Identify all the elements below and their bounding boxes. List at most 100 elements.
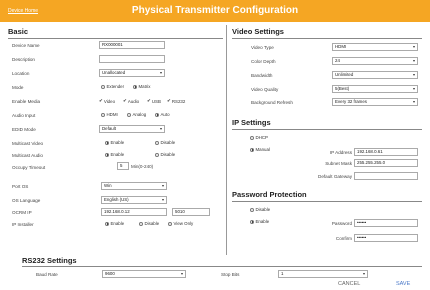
baud-rate-label: Baud Rate — [36, 272, 58, 277]
radio-icon — [250, 135, 254, 140]
radio-icon — [127, 112, 131, 117]
checkbox-checked-icon: ✔ — [167, 98, 171, 103]
baud-rate-select[interactable]: 9600 ▾ — [102, 270, 186, 278]
ip-installer-option-label: View Only — [173, 221, 194, 226]
chevron-down-icon: ▾ — [412, 86, 415, 91]
save-button[interactable]: SAVE — [396, 281, 410, 287]
media-audio-checkbox[interactable]: ✔ Audio — [123, 98, 139, 104]
stop-bits-select[interactable]: 1 ▾ — [278, 270, 368, 278]
password-disable-radio[interactable]: Disable — [250, 207, 270, 212]
subnet-mask-label: Subnet Mask — [325, 161, 352, 166]
password-enable-label: Enable — [255, 219, 270, 224]
ip-installer-view-only-radio[interactable]: View Only — [168, 221, 193, 226]
audio-input-option-label: Auto — [160, 112, 170, 117]
ip-manual-radio[interactable]: Manual — [250, 147, 270, 152]
edid-mode-select[interactable]: Default ▾ — [99, 125, 165, 133]
media-option-label: RS232 — [171, 98, 186, 104]
video-quality-value: 5(Best) — [335, 86, 350, 91]
background-refresh-select[interactable]: Every 32 frames ▾ — [332, 98, 418, 106]
port-os-select[interactable]: Win ▾ — [101, 182, 167, 190]
radio-icon — [155, 140, 159, 145]
chevron-down-icon: ▾ — [412, 44, 415, 49]
password-disable-label: Disable — [255, 207, 271, 212]
audio-input-hdmi-radio[interactable]: HDMI — [101, 112, 118, 117]
multicast-audio-option-label: Disable — [160, 152, 176, 157]
mode-extender-radio[interactable]: Extender — [101, 84, 124, 89]
default-gateway-field[interactable] — [354, 172, 418, 180]
chevron-down-icon: ▾ — [362, 271, 365, 276]
ip-installer-option-label: Enable — [110, 221, 125, 226]
color-depth-select[interactable]: 24 ▾ — [332, 57, 418, 65]
ip-dhcp-radio[interactable]: DHCP — [250, 135, 268, 140]
confirm-password-field[interactable]: •••••• — [354, 234, 418, 242]
chevron-down-icon: ▾ — [180, 271, 183, 276]
multicast-video-disable-radio[interactable]: Disable — [155, 140, 175, 145]
multicast-audio-disable-radio[interactable]: Disable — [155, 152, 175, 157]
ocrm-ip-field[interactable]: 192.168.0.12 — [101, 208, 167, 216]
ip-address-label: IP Address — [329, 150, 352, 155]
video-type-select[interactable]: HDMI ▾ — [332, 43, 418, 51]
bandwidth-label: Bandwidth — [251, 73, 273, 78]
checkbox-checked-icon: ✔ — [147, 98, 151, 103]
port-os-value: Win — [104, 183, 112, 188]
cancel-button[interactable]: CANCEL — [338, 281, 360, 287]
radio-selected-icon — [105, 152, 109, 157]
multicast-audio-enable-radio[interactable]: Enable — [105, 152, 124, 157]
header-bar: Device Home Physical Transmitter Configu… — [0, 0, 430, 22]
audio-input-auto-radio[interactable]: Auto — [155, 112, 170, 117]
password-field[interactable]: •••••• — [354, 219, 418, 227]
media-rs232-checkbox[interactable]: ✔ RS232 — [167, 98, 185, 104]
os-language-select[interactable]: English (US) ▾ — [101, 196, 167, 204]
media-usb-checkbox[interactable]: ✔ USB — [147, 98, 161, 104]
radio-icon — [139, 221, 143, 226]
multicast-audio-option-label: Enable — [110, 152, 125, 157]
device-name-field[interactable]: RX000001 — [99, 41, 165, 49]
mode-label: Mode — [12, 85, 24, 90]
occupy-timeout-field[interactable]: 5 — [117, 162, 129, 170]
chevron-down-icon: ▾ — [159, 70, 162, 75]
mode-option-label: Matrix — [138, 84, 151, 89]
color-depth-label: Color Depth — [251, 59, 276, 64]
port-os-label: Port OS — [12, 184, 29, 189]
bandwidth-select[interactable]: Unlimited ▾ — [332, 71, 418, 79]
radio-selected-icon — [250, 147, 254, 152]
location-label: Location — [12, 71, 30, 76]
occupy-timeout-unit: Min(0-240) — [131, 164, 154, 169]
ip-installer-label: IP Installer — [12, 222, 34, 227]
password-label: Password — [331, 221, 352, 226]
edid-mode-label: EDID Mode — [12, 127, 36, 132]
dhcp-label: DHCP — [255, 135, 268, 140]
radio-selected-icon — [155, 112, 159, 117]
checkbox-checked-icon: ✔ — [123, 98, 127, 103]
multicast-video-option-label: Enable — [110, 140, 125, 145]
video-type-label: Video Type — [251, 45, 274, 50]
basic-divider — [8, 38, 223, 39]
enable-media-label: Enable Media — [12, 99, 41, 104]
ip-installer-option-label: Disable — [144, 221, 160, 226]
video-divider — [232, 38, 422, 39]
audio-input-analog-radio[interactable]: Analog — [127, 112, 146, 117]
multicast-video-enable-radio[interactable]: Enable — [105, 140, 124, 145]
chevron-down-icon: ▾ — [412, 72, 415, 77]
ip-address-field[interactable]: 192.168.0.61 — [354, 148, 418, 156]
audio-input-option-label: HDMI — [106, 112, 118, 117]
media-video-checkbox[interactable]: ✔ Video — [99, 98, 115, 104]
ip-installer-disable-radio[interactable]: Disable — [139, 221, 159, 226]
edid-mode-value: Default — [102, 126, 116, 131]
default-gateway-label: Default Gateway — [318, 174, 352, 179]
audio-input-option-label: Analog — [132, 112, 147, 117]
ocrm-port-field[interactable]: 5010 — [172, 208, 210, 216]
mode-matrix-radio[interactable]: Matrix — [133, 84, 150, 89]
password-enable-radio[interactable]: Enable — [250, 219, 269, 224]
radio-icon — [168, 221, 172, 226]
checkbox-checked-icon: ✔ — [99, 98, 103, 103]
description-field[interactable] — [99, 55, 165, 63]
password-divider — [232, 201, 422, 202]
subnet-mask-field[interactable]: 255.255.255.0 — [354, 159, 418, 167]
page-title: Physical Transmitter Configuration — [131, 5, 299, 16]
ip-installer-enable-radio[interactable]: Enable — [105, 221, 124, 226]
location-select[interactable]: Unallocated ▾ — [99, 69, 165, 77]
video-quality-select[interactable]: 5(Best) ▾ — [332, 85, 418, 93]
location-value: Unallocated — [102, 70, 126, 75]
radio-icon — [250, 207, 254, 212]
